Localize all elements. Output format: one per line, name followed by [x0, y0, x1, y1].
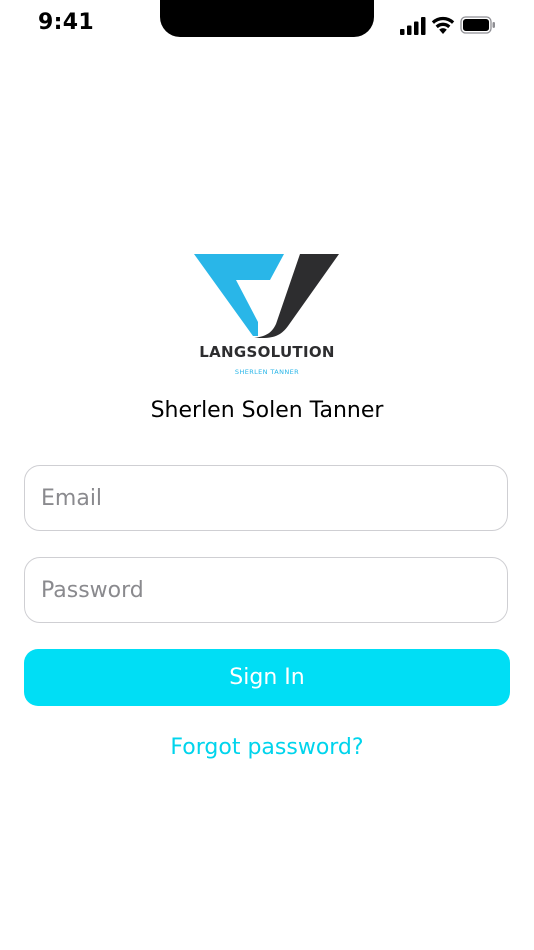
- langsolution-logo: [194, 254, 339, 338]
- status-time: 9:41: [38, 10, 94, 35]
- logo-blue-shape: [194, 254, 284, 336]
- email-field[interactable]: [24, 465, 508, 531]
- user-name: Sherlen Solen Tanner: [150, 398, 384, 423]
- password-field[interactable]: [24, 557, 508, 623]
- cellular-signal-icon: [400, 17, 426, 35]
- sign-in-button[interactable]: Sign In: [24, 649, 510, 706]
- forgot-password-link[interactable]: Forgot password?: [0, 735, 534, 760]
- status-bar: 9:41: [0, 0, 534, 50]
- brand-name: LANGSOLUTION: [199, 343, 335, 361]
- wifi-icon: [431, 16, 455, 34]
- battery-icon: [460, 16, 495, 34]
- device-notch: [160, 0, 374, 37]
- brand-subtitle: SHERLEN TANNER: [234, 368, 300, 376]
